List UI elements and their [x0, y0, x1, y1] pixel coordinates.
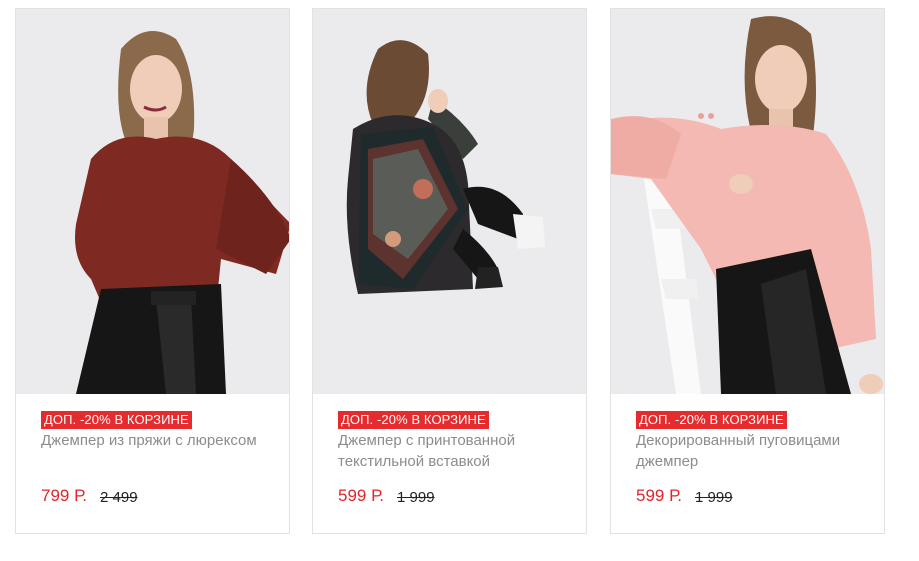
product-card[interactable]: ДОП. -20% В КОРЗИНЕ Джемпер с принтованн…: [312, 8, 587, 534]
product-image[interactable]: [313, 9, 586, 394]
product-card[interactable]: ДОП. -20% В КОРЗИНЕ Декорированный пугов…: [610, 8, 885, 534]
product-price: 799 Р.: [41, 486, 87, 505]
discount-badge: ДОП. -20% В КОРЗИНЕ: [338, 411, 489, 429]
product-title[interactable]: Джемпер с принтованной текстильной встав…: [338, 430, 570, 472]
product-price: 599 Р.: [636, 486, 682, 505]
product-old-price: 2 499: [100, 489, 138, 506]
discount-badge: ДОП. -20% В КОРЗИНЕ: [41, 411, 192, 429]
product-title[interactable]: Декорированный пуговицами джемпер: [636, 430, 868, 472]
product-photo: [16, 9, 289, 394]
discount-badge: ДОП. -20% В КОРЗИНЕ: [636, 411, 787, 429]
product-old-price: 1 999: [397, 489, 435, 506]
product-card[interactable]: ДОП. -20% В КОРЗИНЕ Джемпер из пряжи с л…: [15, 8, 290, 534]
product-image[interactable]: [611, 9, 884, 394]
product-photo: [611, 9, 884, 394]
product-price: 599 Р.: [338, 486, 384, 505]
product-title[interactable]: Джемпер из пряжи с люрексом: [41, 430, 273, 451]
product-photo: [313, 9, 586, 394]
product-image[interactable]: [16, 9, 289, 394]
product-old-price: 1 999: [695, 489, 733, 506]
